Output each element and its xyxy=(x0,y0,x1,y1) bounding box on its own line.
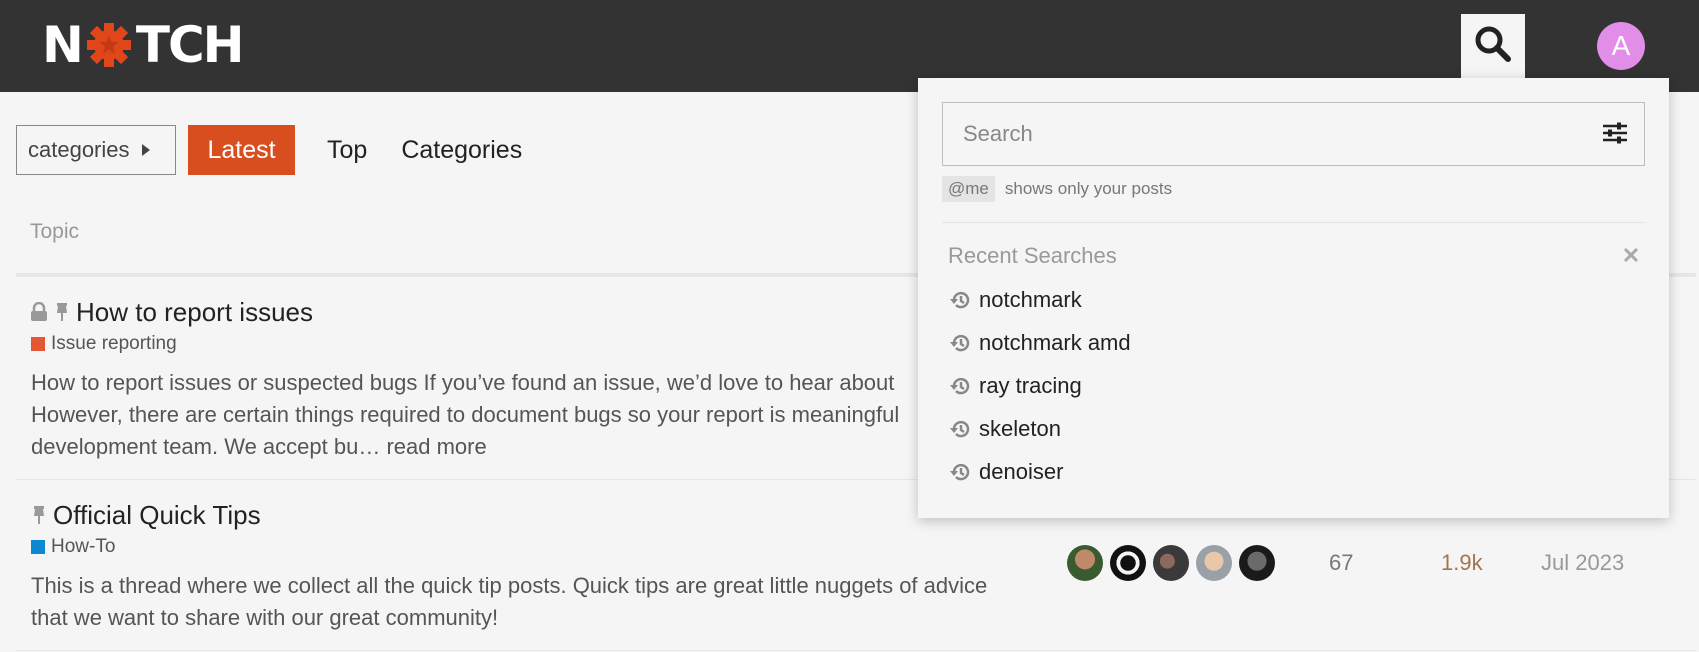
close-icon[interactable] xyxy=(1622,246,1640,269)
avatar[interactable] xyxy=(1110,545,1146,581)
recent-search-label: notchmark xyxy=(979,286,1082,312)
replies-count[interactable]: 67 xyxy=(1329,550,1353,576)
tab-top[interactable]: Top xyxy=(325,136,369,165)
site-logo[interactable]: N TCH xyxy=(42,16,245,74)
search-dropdown-panel: @me shows only your posts Recent Searche… xyxy=(918,78,1669,518)
excerpt-line: This is a thread where we collect all th… xyxy=(31,573,988,598)
topic-excerpt[interactable]: How to report issues or suspected bugs I… xyxy=(16,367,1016,463)
category-color-badge xyxy=(31,337,45,351)
excerpt-line: How to report issues or suspected bugs I… xyxy=(31,370,895,395)
topic-title-link[interactable]: How to report issues xyxy=(76,297,313,328)
recent-search-item[interactable]: notchmark amd xyxy=(950,321,1131,364)
views-count: 1.9k xyxy=(1441,550,1483,575)
recent-search-label: skeleton xyxy=(979,415,1061,441)
category-label: How-To xyxy=(51,536,116,557)
history-icon xyxy=(950,375,972,397)
tab-categories[interactable]: Categories xyxy=(399,136,524,165)
search-tip: @me shows only your posts xyxy=(942,176,1172,202)
history-icon xyxy=(950,332,972,354)
recent-search-label: ray tracing xyxy=(979,372,1082,398)
topic-divider xyxy=(16,650,1696,651)
topic-title-link[interactable]: Official Quick Tips xyxy=(53,500,261,531)
logo-text-right: TCH xyxy=(135,16,245,74)
topic-posters xyxy=(1067,545,1282,581)
history-icon xyxy=(950,461,972,483)
avatar[interactable] xyxy=(1196,545,1232,581)
gear-logo-icon xyxy=(84,20,134,70)
excerpt-line: development team. We accept bu… read mor… xyxy=(31,434,487,459)
search-tip-badge[interactable]: @me xyxy=(942,176,995,202)
excerpt-line: However, there are certain things requir… xyxy=(31,402,900,427)
search-tip-text: shows only your posts xyxy=(1004,179,1173,198)
recent-searches-list: notchmark notchmark amd ray tracing skel… xyxy=(950,278,1131,493)
search-input[interactable] xyxy=(943,103,1583,165)
avatar[interactable] xyxy=(1153,545,1189,581)
lock-icon xyxy=(30,302,48,322)
recent-search-item[interactable]: notchmark xyxy=(950,278,1131,321)
pin-icon xyxy=(54,302,70,322)
user-avatar[interactable]: A xyxy=(1597,22,1645,70)
categories-dropdown-label: categories xyxy=(28,137,130,162)
navigation-bar: categories Latest Top Categories xyxy=(16,125,524,175)
activity-date[interactable]: Jul 2023 xyxy=(1541,550,1624,576)
excerpt-line: that we want to share with our great com… xyxy=(31,605,499,630)
panel-divider xyxy=(942,222,1645,223)
caret-right-icon xyxy=(141,144,150,156)
topic-excerpt[interactable]: This is a thread where we collect all th… xyxy=(16,570,1016,634)
recent-search-item[interactable]: denoiser xyxy=(950,450,1131,493)
pin-icon xyxy=(31,505,47,525)
recent-search-item[interactable]: skeleton xyxy=(950,407,1131,450)
logo-text-left: N xyxy=(42,16,84,74)
recent-search-label: denoiser xyxy=(979,458,1064,484)
history-icon xyxy=(950,418,972,440)
avatar[interactable] xyxy=(1067,545,1103,581)
history-icon xyxy=(950,289,972,311)
search-icon xyxy=(1473,24,1513,69)
header-search-button[interactable] xyxy=(1461,14,1525,78)
categories-dropdown[interactable]: categories xyxy=(16,125,176,175)
recent-search-label: notchmark amd xyxy=(979,329,1131,355)
category-color-badge xyxy=(31,540,45,554)
tab-latest[interactable]: Latest xyxy=(188,125,295,175)
column-header-topic[interactable]: Topic xyxy=(30,220,79,244)
avatar[interactable] xyxy=(1239,545,1275,581)
category-label: Issue reporting xyxy=(51,333,177,354)
recent-searches-heading: Recent Searches xyxy=(948,243,1117,268)
recent-search-item[interactable]: ray tracing xyxy=(950,364,1131,407)
sliders-icon[interactable] xyxy=(1602,121,1628,150)
search-box xyxy=(942,102,1645,166)
